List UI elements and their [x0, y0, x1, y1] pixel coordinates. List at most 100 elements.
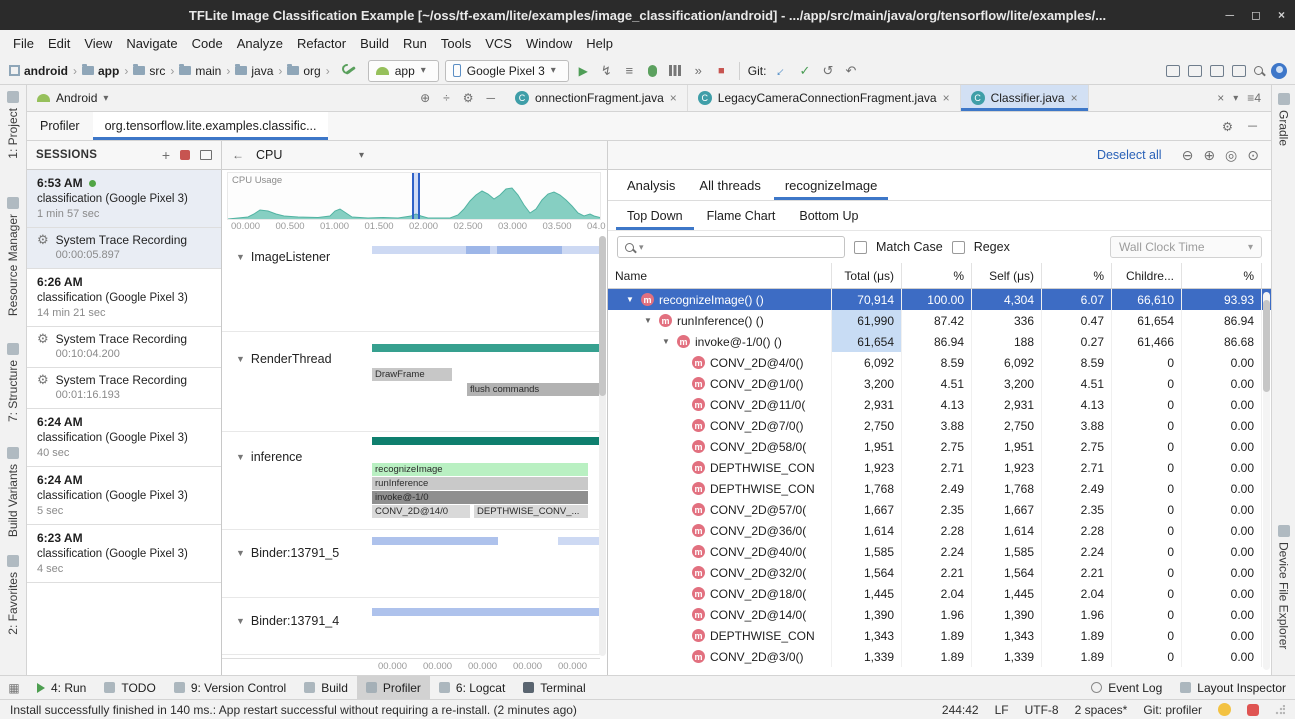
match-case-checkbox[interactable] — [854, 241, 867, 254]
close-tab-icon[interactable]: × — [943, 91, 950, 105]
tool-button-gradle[interactable]: Gradle — [1272, 93, 1295, 146]
caret-position[interactable]: 244:42 — [942, 703, 979, 717]
tool-button-7-structure[interactable]: 7: Structure — [0, 343, 26, 422]
thread-activity-bar[interactable] — [558, 537, 600, 545]
menu-item-run[interactable]: Run — [396, 33, 434, 54]
breadcrumb-item-java[interactable]: java — [234, 64, 274, 78]
session-card[interactable]: 6:24 AMclassification (Google Pixel 3)5 … — [27, 467, 221, 525]
search-everywhere-icon[interactable] — [1254, 66, 1263, 75]
menu-item-build[interactable]: Build — [353, 33, 396, 54]
thread-activity-bar[interactable] — [372, 608, 600, 616]
hide-panel-icon[interactable]: ─ — [486, 91, 495, 105]
table-row[interactable]: mCONV_2D@18/0(1,4452.041,4452.0400.00 — [608, 583, 1271, 604]
column-header-[interactable]: % — [1182, 263, 1262, 288]
menu-item-help[interactable]: Help — [579, 33, 620, 54]
project-settings-icon[interactable]: ⚙ — [463, 91, 474, 105]
run-button[interactable]: ▶ — [572, 60, 595, 82]
thread-label[interactable]: ▼RenderThread — [236, 352, 332, 366]
table-row[interactable]: mCONV_2D@11/0(2,9314.132,9314.1300.00 — [608, 394, 1271, 415]
reset-zoom-icon[interactable]: ◎ — [1225, 147, 1237, 164]
table-row[interactable]: mCONV_2D@7/0()2,7503.882,7503.8800.00 — [608, 415, 1271, 436]
trace-recording-item[interactable]: ⚙System Trace Recording00:01:16.193 — [27, 368, 221, 409]
selection-range-handle[interactable] — [412, 173, 420, 220]
git-update-button[interactable]: ↓ — [766, 55, 798, 87]
wrench-icon[interactable] — [342, 63, 357, 78]
close-tab-icon[interactable]: × — [1071, 91, 1078, 105]
stop-session-icon[interactable] — [180, 150, 190, 160]
trace-event-bar[interactable]: invoke@-1/0 — [372, 491, 588, 504]
table-row[interactable]: mCONV_2D@14/0(1,3901.961,3901.9600.00 — [608, 604, 1271, 625]
thread-activity-bar[interactable] — [372, 537, 498, 545]
match-case-label[interactable]: Match Case — [876, 240, 943, 254]
cpu-usage-chart[interactable]: CPU Usage — [227, 172, 601, 220]
table-row[interactable]: mCONV_2D@40/0(1,5852.241,5852.2400.00 — [608, 541, 1271, 562]
thread-row-renderthread[interactable]: DrawFrameflush commands▼RenderThread — [222, 332, 600, 432]
editor-tab-onnectionfragment-java[interactable]: ConnectionFragment.java× — [505, 85, 688, 111]
table-row[interactable]: mCONV_2D@57/0(1,6672.351,6672.3500.00 — [608, 499, 1271, 520]
thread-label[interactable]: ▼ImageListener — [236, 250, 330, 264]
table-row[interactable]: mDEPTHWISE_CON1,9232.711,9232.7100.00 — [608, 457, 1271, 478]
table-row[interactable]: mDEPTHWISE_CON1,7682.491,7682.4900.00 — [608, 478, 1271, 499]
project-view-selector[interactable]: Android — [56, 91, 97, 105]
table-scrollbar-thumb[interactable] — [1263, 300, 1270, 392]
thread-row-inference[interactable]: recognizeImagerunInferenceinvoke@-1/0CON… — [222, 432, 600, 530]
regex-label[interactable]: Regex — [974, 240, 1010, 254]
hidden-tabs-count[interactable]: ≡4 — [1247, 91, 1261, 105]
sdk-manager-icon[interactable] — [1232, 65, 1246, 77]
table-scrollbar[interactable] — [1263, 292, 1270, 670]
breadcrumb-item-org[interactable]: org — [286, 64, 321, 78]
menu-item-analyze[interactable]: Analyze — [230, 33, 290, 54]
git-history-button[interactable]: ↺ — [816, 60, 839, 82]
trace-recording-item[interactable]: ⚙System Trace Recording00:10:04.200 — [27, 327, 221, 368]
close-tab-icon[interactable]: × — [1217, 91, 1224, 105]
clock-mode-selector[interactable]: Wall Clock Time ▾ — [1110, 236, 1262, 258]
column-header-name[interactable]: Name — [608, 263, 832, 288]
expand-arrow-icon[interactable]: ▼ — [626, 295, 636, 304]
stop-button[interactable]: ■ — [710, 60, 733, 82]
table-row[interactable]: mCONV_2D@58/0(1,9512.751,9512.7500.00 — [608, 436, 1271, 457]
close-window-icon[interactable]: × — [1278, 8, 1285, 22]
breadcrumb-item-src[interactable]: src — [132, 64, 166, 78]
table-row[interactable]: mCONV_2D@3/0()1,3391.891,3391.8900.00 — [608, 646, 1271, 667]
column-header-[interactable]: % — [1042, 263, 1112, 288]
gear-icon[interactable]: ⚙ — [1222, 119, 1233, 134]
run-config-selector[interactable]: app ▾ — [368, 60, 439, 82]
device-selector[interactable]: Google Pixel 3 ▾ — [445, 60, 569, 82]
column-header-[interactable]: % — [902, 263, 972, 288]
subtab-bottom-up[interactable]: Bottom Up — [788, 201, 869, 230]
tool-button-resource-manager[interactable]: Resource Manager — [0, 197, 26, 316]
git-commit-button[interactable]: ✓ — [793, 60, 816, 82]
thread-label[interactable]: ▼inference — [236, 450, 302, 464]
status-message[interactable]: Install successfully finished in 140 ms.… — [10, 703, 926, 717]
thread-row-binder-13791-4[interactable]: ▼Binder:13791_4 — [222, 598, 600, 655]
menu-item-code[interactable]: Code — [185, 33, 230, 54]
feedback-smiley-icon[interactable] — [1218, 703, 1231, 716]
tool-button-profiler[interactable]: Profiler — [357, 676, 430, 699]
thread-label[interactable]: ▼Binder:13791_4 — [236, 614, 339, 628]
tab-analysis[interactable]: Analysis — [616, 170, 686, 200]
table-row[interactable]: mCONV_2D@1/0()3,2004.513,2004.5100.00 — [608, 373, 1271, 394]
tool-button-build-variants[interactable]: Build Variants — [0, 447, 26, 537]
attach-debugger-button[interactable]: » — [687, 60, 710, 82]
tool-button-todo[interactable]: TODO — [95, 676, 164, 699]
column-header-self-s[interactable]: Self (μs) — [972, 263, 1042, 288]
menu-item-vcs[interactable]: VCS — [478, 33, 519, 54]
breadcrumb-item-app[interactable]: app — [81, 64, 120, 78]
tool-button-layout-inspector[interactable]: Layout Inspector — [1171, 676, 1295, 699]
cpu-scrollbar[interactable] — [599, 236, 606, 656]
expand-arrow-icon[interactable]: ▼ — [662, 337, 672, 346]
table-row[interactable]: ▼mrunInference() ()61,99087.423360.4761,… — [608, 310, 1271, 331]
trace-event-bar[interactable]: CONV_2D@14/0 — [372, 505, 470, 518]
thread-activity-bar[interactable] — [466, 246, 490, 254]
editor-tab-legacycameraconnectionfragment-java[interactable]: CLegacyCameraConnectionFragment.java× — [688, 85, 961, 111]
maximize-window-icon[interactable]: ◻ — [1251, 8, 1261, 22]
column-header-childre[interactable]: Childre... — [1112, 263, 1182, 288]
profile-button[interactable] — [664, 60, 687, 82]
resource-manager-icon[interactable] — [1188, 65, 1202, 77]
trace-event-bar[interactable]: flush commands — [467, 383, 600, 396]
minimize-window-icon[interactable]: ─ — [1226, 8, 1235, 22]
regex-checkbox[interactable] — [952, 241, 965, 254]
thread-activity-bar[interactable] — [372, 344, 600, 352]
session-card[interactable]: 6:53 AMclassification (Google Pixel 3)1 … — [27, 170, 221, 228]
apply-changes-button[interactable]: ↯ — [595, 60, 618, 82]
